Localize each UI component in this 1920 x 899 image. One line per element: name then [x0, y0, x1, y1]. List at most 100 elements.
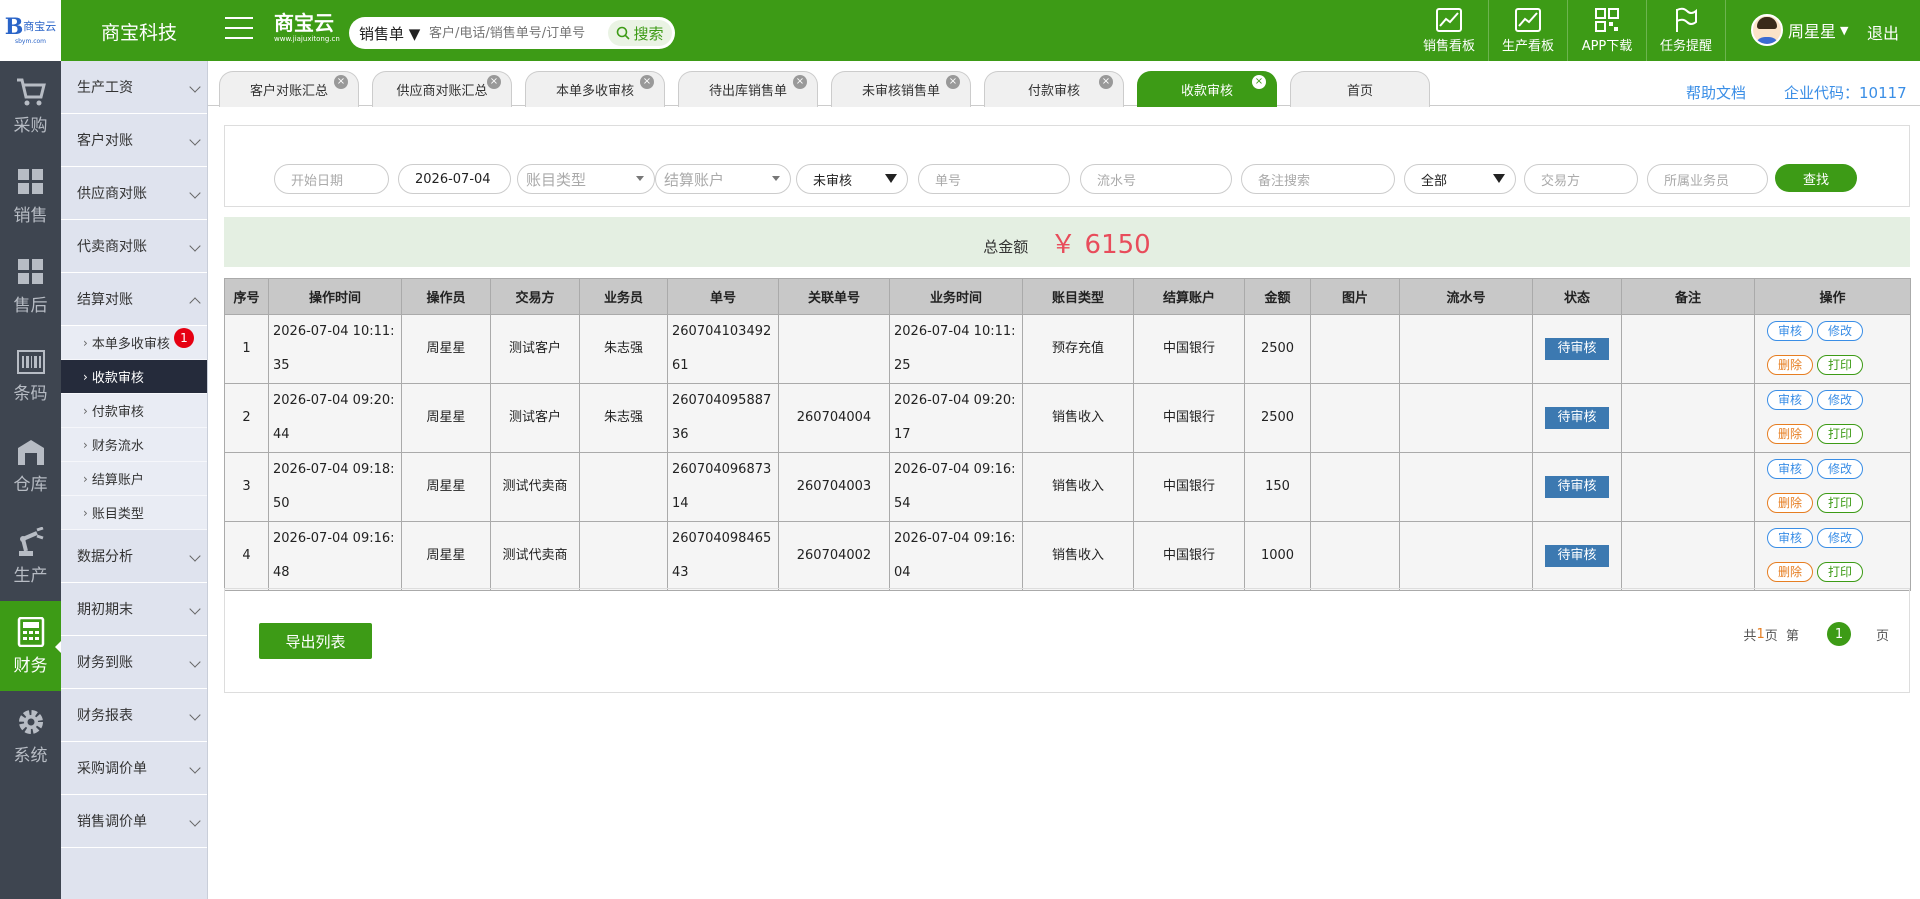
- rail-item-purchase[interactable]: 采购: [0, 61, 61, 151]
- submenu-item-overpay-audit[interactable]: › 本单多收审核 1: [61, 326, 207, 360]
- rail-item-barcode[interactable]: 条码: [0, 331, 61, 421]
- rail-item-warehouse[interactable]: 仓库: [0, 421, 61, 511]
- settle-account-select[interactable]: 结算账户: [655, 164, 791, 194]
- tool-task-reminder[interactable]: 任务提醒: [1647, 0, 1726, 61]
- submenu-group-label: 财务报表: [77, 708, 133, 724]
- submenu-group-reports[interactable]: 财务报表: [61, 689, 207, 742]
- rail-item-finance[interactable]: 财务: [0, 601, 61, 691]
- close-icon[interactable]: ×: [487, 75, 501, 89]
- submenu-group-settlement[interactable]: 结算对账: [61, 273, 207, 326]
- tab-customer-summary[interactable]: 客户对账汇总 ×: [219, 71, 359, 107]
- tool-sales-board[interactable]: 销售看板: [1410, 0, 1489, 61]
- status-button[interactable]: 待审核: [1545, 545, 1609, 567]
- close-icon[interactable]: ×: [334, 75, 348, 89]
- counterparty-input[interactable]: 交易方: [1524, 164, 1638, 194]
- tab-supplier-summary[interactable]: 供应商对账汇总 ×: [372, 71, 512, 107]
- close-icon[interactable]: ×: [1099, 75, 1113, 89]
- pager-page-button[interactable]: 1: [1826, 622, 1851, 646]
- edit-button[interactable]: 修改: [1817, 459, 1864, 479]
- gear-icon: [18, 709, 43, 734]
- tab-overpay-audit[interactable]: 本单多收审核 ×: [525, 71, 665, 107]
- tab-label: 供应商对账汇总: [396, 84, 488, 99]
- rail-item-sales[interactable]: 销售: [0, 151, 61, 241]
- account-type-select[interactable]: 账目类型: [517, 164, 655, 194]
- audit-status-select[interactable]: 未审核: [796, 164, 908, 194]
- audit-button[interactable]: 审核: [1767, 321, 1814, 341]
- export-list-button[interactable]: 导出列表: [259, 623, 372, 659]
- edit-button[interactable]: 修改: [1817, 321, 1864, 341]
- status-button[interactable]: 待审核: [1545, 338, 1609, 360]
- delete-button[interactable]: 删除: [1767, 562, 1814, 582]
- print-button[interactable]: 打印: [1817, 424, 1864, 444]
- submenu-group-supplier-reconcile[interactable]: 供应商对账: [61, 167, 207, 220]
- tab-payment-audit[interactable]: 付款审核 ×: [984, 71, 1124, 107]
- calculator-icon: [17, 616, 44, 647]
- salesman-input[interactable]: 所属业务员: [1647, 164, 1768, 194]
- tab-unaudited-sales[interactable]: 未审核销售单 ×: [831, 71, 971, 107]
- delete-button[interactable]: 删除: [1767, 355, 1814, 375]
- audit-button[interactable]: 审核: [1767, 459, 1814, 479]
- submenu-item-payment-audit[interactable]: › 付款审核: [61, 394, 207, 428]
- tab-receipt-audit[interactable]: 收款审核 ×: [1137, 71, 1277, 107]
- close-icon[interactable]: ×: [946, 75, 960, 89]
- company-name: 商宝科技: [101, 22, 178, 44]
- submenu-item-finance-flow[interactable]: › 财务流水: [61, 428, 207, 462]
- close-icon[interactable]: ×: [1252, 75, 1266, 89]
- submenu-group-purchase-price[interactable]: 采购调价单: [61, 742, 207, 795]
- start-date-input[interactable]: 开始日期: [274, 164, 389, 194]
- audit-button[interactable]: 审核: [1767, 390, 1814, 410]
- serial-no-input[interactable]: 流水号: [1080, 164, 1232, 194]
- tab-home[interactable]: 首页: [1290, 71, 1430, 107]
- help-docs-link[interactable]: 帮助文档: [1686, 82, 1746, 103]
- delete-button[interactable]: 删除: [1767, 424, 1814, 444]
- hamburger-menu-icon[interactable]: [225, 17, 253, 41]
- logo-mark: B商宝云: [4, 14, 57, 40]
- search-input[interactable]: [429, 25, 599, 41]
- rail-label: 财务: [13, 655, 48, 676]
- rail-item-system[interactable]: 系统: [0, 691, 61, 781]
- pager-mid: 页 第: [1764, 628, 1799, 644]
- edit-button[interactable]: 修改: [1817, 528, 1864, 548]
- submenu-group-consignment-reconcile[interactable]: 代卖商对账: [61, 220, 207, 273]
- submenu-group-customer-reconcile[interactable]: 客户对账: [61, 114, 207, 167]
- find-button[interactable]: 查找: [1775, 164, 1857, 192]
- close-icon[interactable]: ×: [793, 75, 807, 89]
- tool-app-download[interactable]: APP下载: [1568, 0, 1647, 61]
- cell-settle-account: 中国银行: [1133, 452, 1245, 522]
- rail-item-aftersales[interactable]: 售后: [0, 241, 61, 331]
- submenu-item-receipt-audit[interactable]: › 收款审核: [61, 360, 207, 394]
- user-menu[interactable]: 周星星 ▼: [1751, 14, 1848, 46]
- status-button[interactable]: 待审核: [1545, 476, 1609, 498]
- total-summary: 总金额 ￥ 6150: [224, 217, 1910, 267]
- search-button[interactable]: 搜索: [608, 20, 672, 46]
- submenu-item-settlement-account[interactable]: › 结算账户: [61, 462, 207, 496]
- submenu-group-data-analysis[interactable]: 数据分析: [61, 530, 207, 583]
- end-date-input[interactable]: 2026-07-04: [398, 164, 511, 194]
- logout-button[interactable]: 退出: [1867, 20, 1899, 44]
- audit-button[interactable]: 审核: [1767, 528, 1814, 548]
- type-filter-select[interactable]: 全部: [1404, 164, 1516, 194]
- table-header-row: 序号 操作时间 操作员 交易方 业务员 单号 关联单号 业务时间 账目类型 结算…: [224, 278, 1911, 315]
- submenu-item-account-type[interactable]: › 账目类型: [61, 496, 207, 530]
- submenu-group-sales-price[interactable]: 销售调价单: [61, 795, 207, 848]
- close-icon[interactable]: ×: [640, 75, 654, 89]
- search-type-select[interactable]: 销售单 ▼: [349, 23, 429, 44]
- tool-production-board[interactable]: 生产看板: [1489, 0, 1568, 61]
- submenu-group-arrival[interactable]: 财务到账: [61, 636, 207, 689]
- remark-search-input[interactable]: 备注搜索: [1241, 164, 1395, 194]
- tab-label: 付款审核: [1027, 84, 1080, 99]
- cell-serial-no: [1399, 314, 1533, 384]
- order-no-input[interactable]: 单号: [918, 164, 1070, 194]
- tab-pending-outbound[interactable]: 待出库销售单 ×: [678, 71, 818, 107]
- print-button[interactable]: 打印: [1817, 562, 1864, 582]
- submenu-group-period[interactable]: 期初期末: [61, 583, 207, 636]
- edit-button[interactable]: 修改: [1817, 390, 1864, 410]
- submenu-item-label: 财务流水: [91, 439, 144, 454]
- status-button[interactable]: 待审核: [1545, 407, 1609, 429]
- rail-item-production[interactable]: 生产: [0, 511, 61, 601]
- app-logo[interactable]: B商宝云 sbym.com: [0, 0, 61, 61]
- delete-button[interactable]: 删除: [1767, 493, 1814, 513]
- print-button[interactable]: 打印: [1817, 493, 1864, 513]
- print-button[interactable]: 打印: [1817, 355, 1864, 375]
- submenu-group-production-wages[interactable]: 生产工资: [61, 61, 207, 114]
